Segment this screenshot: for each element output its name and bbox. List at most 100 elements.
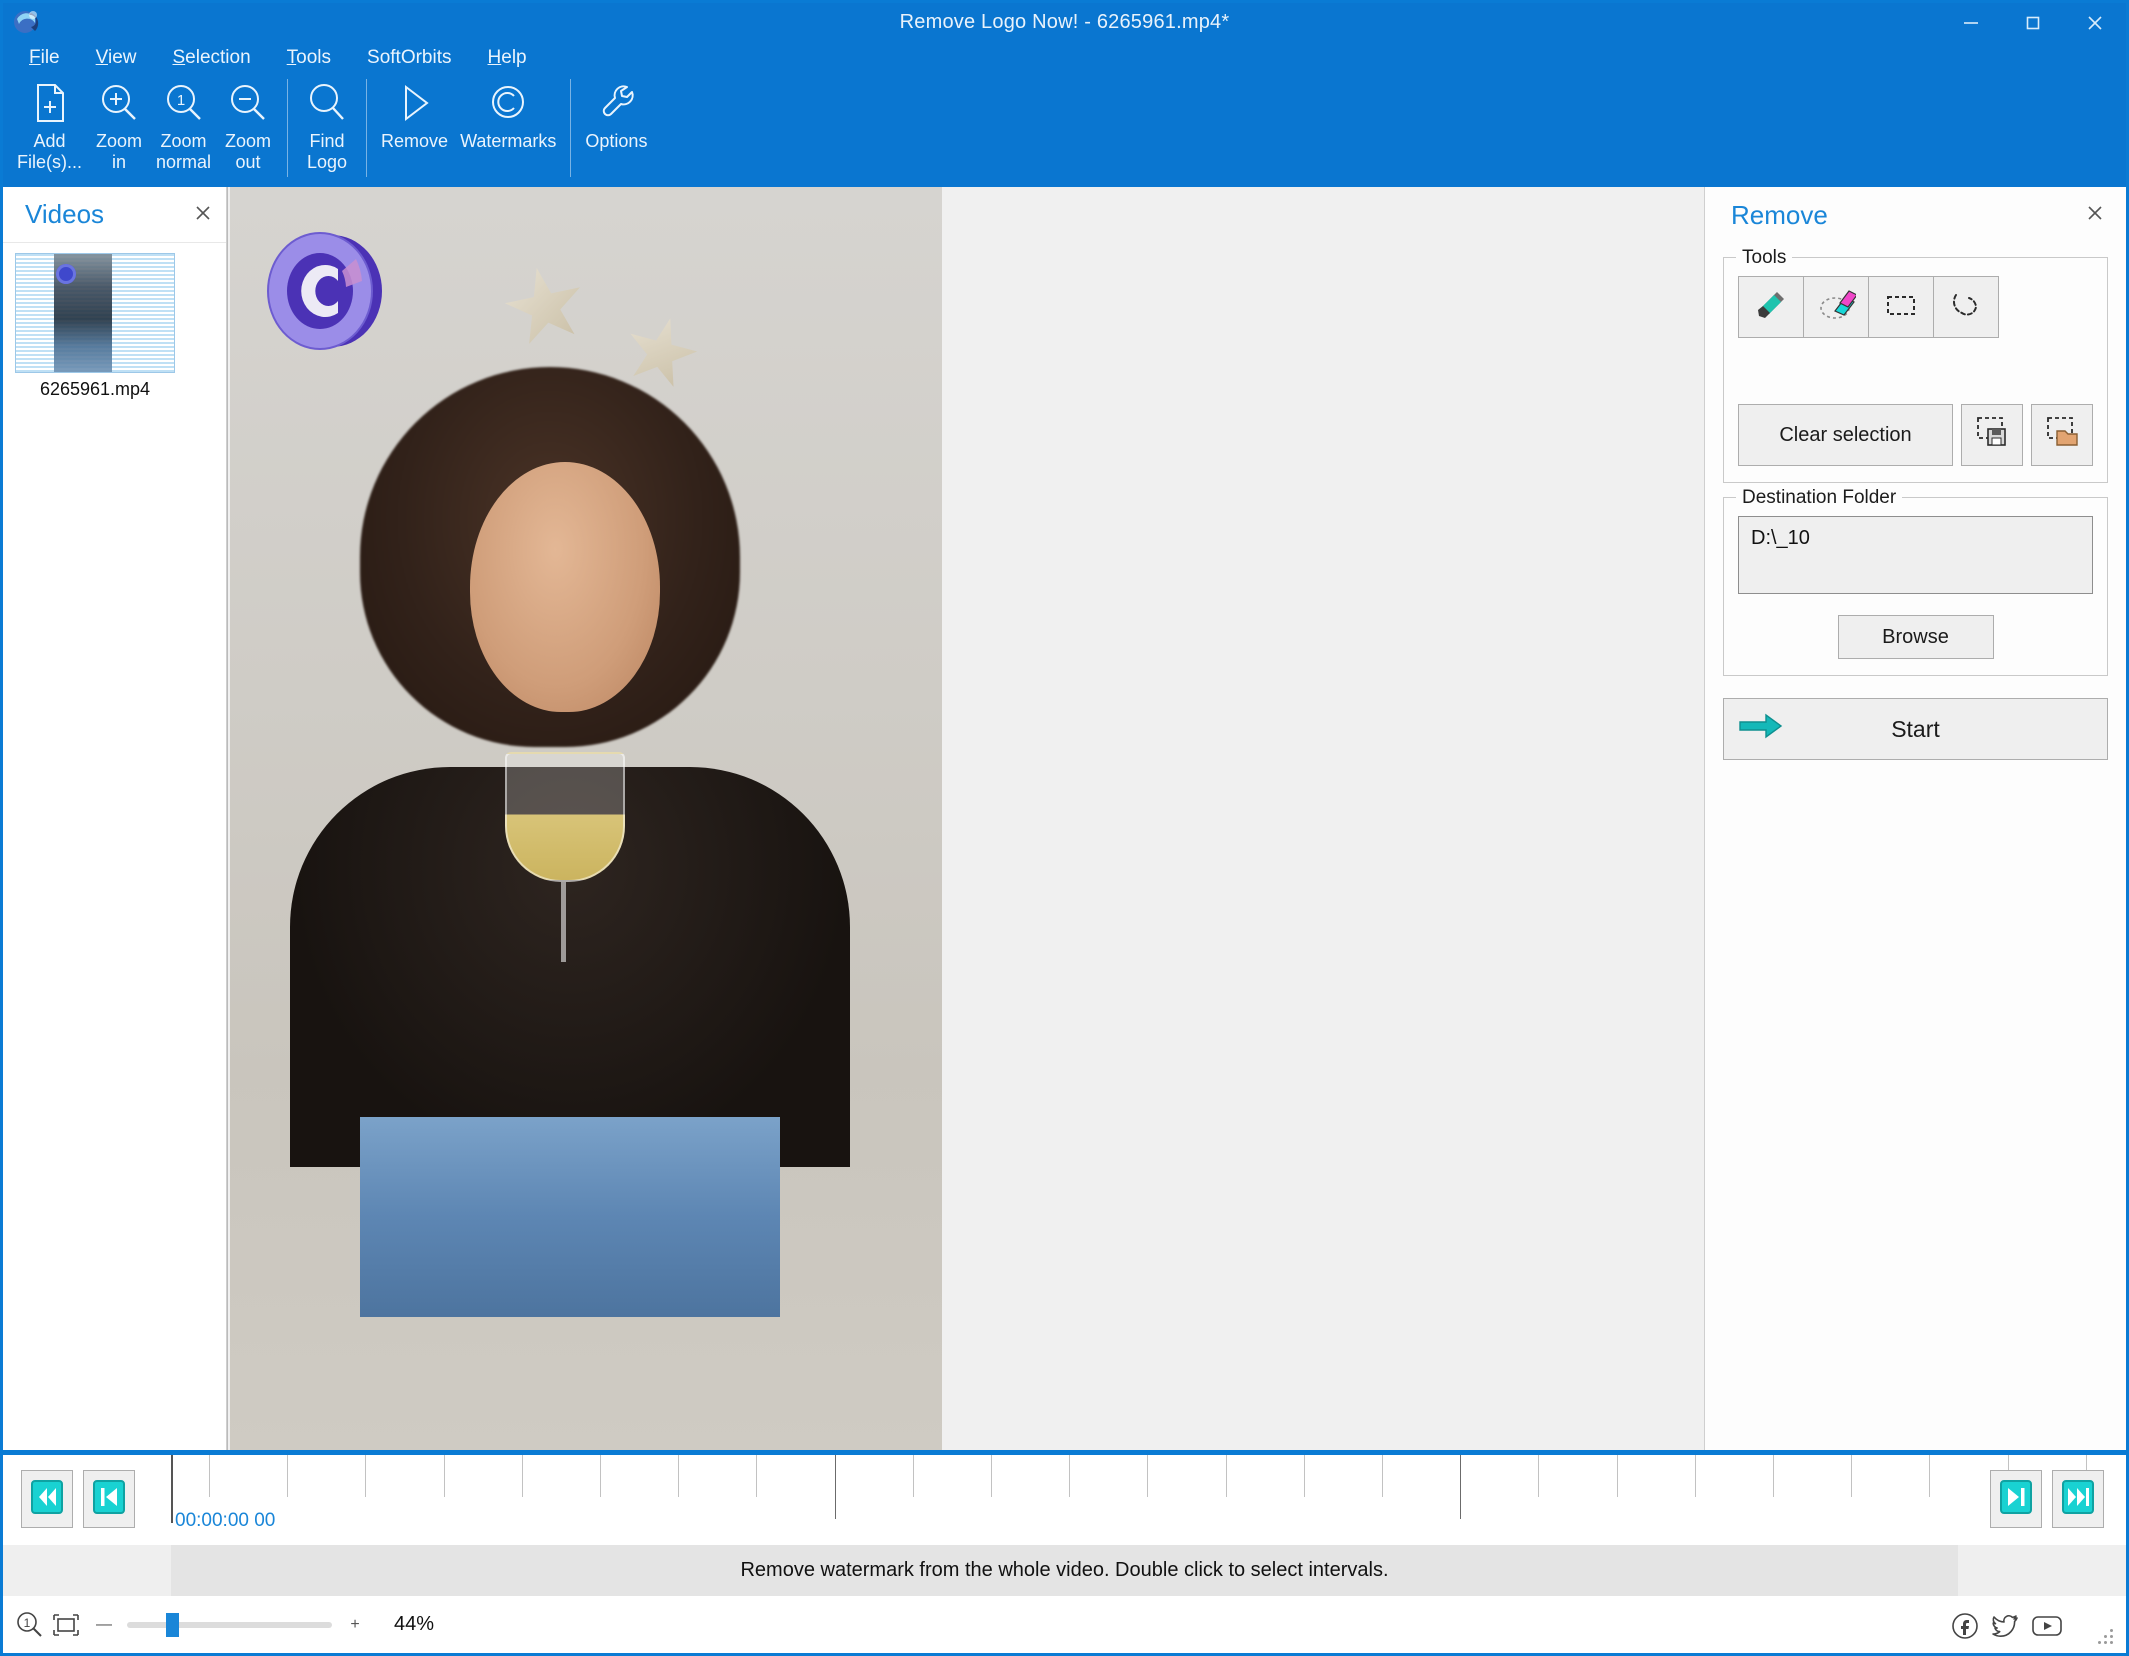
videos-panel-header: Videos — [3, 187, 226, 243]
video-filename: 6265961.mp4 — [39, 379, 151, 399]
youtube-icon[interactable] — [2030, 1611, 2064, 1641]
timeline-tick — [209, 1455, 210, 1497]
remove-button[interactable]: Remove — [375, 73, 454, 152]
save-selection-button[interactable] — [1961, 404, 2023, 466]
application-window: Remove Logo Now! - 6265961.mp4* File Vie… — [0, 0, 2129, 1656]
thumbnail-watermark-icon — [56, 264, 76, 284]
menu-file[interactable]: File — [25, 45, 64, 71]
menu-view[interactable]: View — [92, 45, 141, 71]
timeline-tick — [991, 1455, 992, 1497]
fit-to-window-icon[interactable] — [51, 1610, 81, 1640]
canvas-area[interactable] — [227, 187, 1704, 1450]
timeline-playhead[interactable] — [171, 1455, 173, 1523]
zoom-normal-icon: 1 — [161, 77, 207, 129]
timeline-tick — [1616, 1455, 1618, 1497]
zoom-in-button[interactable]: Zoom in — [88, 73, 150, 173]
options-button[interactable]: Options — [579, 73, 653, 152]
wine-glass — [505, 752, 625, 982]
menu-softorbits-label: SoftOrbits — [367, 47, 452, 68]
skip-to-start-button[interactable] — [21, 1470, 73, 1528]
video-frame-preview[interactable] — [230, 187, 942, 1450]
menu-selection[interactable]: Selection — [168, 45, 254, 71]
menu-selection-label: election — [185, 47, 251, 68]
subject-jeans — [360, 1117, 780, 1317]
menu-tools-label: ools — [296, 47, 332, 68]
browse-button[interactable]: Browse — [1837, 615, 1994, 659]
timeline-tick — [1460, 1455, 1462, 1519]
skip-to-end-button[interactable] — [2052, 1470, 2104, 1528]
zoom-out-button[interactable]: Zoom out — [217, 73, 279, 173]
menu-help-mnemonic: H — [487, 47, 502, 68]
facebook-icon[interactable] — [1950, 1611, 1980, 1641]
zoom-in-label: Zoom in — [95, 131, 142, 172]
timeline-tick — [287, 1455, 289, 1497]
list-item[interactable]: 6265961.mp4 — [15, 253, 175, 400]
videos-panel-title: Videos — [25, 199, 105, 229]
timeline-ruler[interactable]: 00:00:00 00 — [171, 1455, 2126, 1545]
zoom-bar: 1 — + 44% — [3, 1596, 2126, 1653]
selection-actions-row: Clear selection — [1738, 404, 2093, 466]
timeline-tick — [1225, 1455, 1227, 1497]
zoom-slider-thumb[interactable] — [166, 1612, 180, 1637]
zoom-normal-label: Zoom normal — [156, 131, 212, 172]
start-label: Start — [1891, 715, 1940, 742]
window-controls — [1940, 3, 2126, 43]
add-files-button[interactable]: Add File(s)... — [11, 73, 88, 173]
load-selection-icon — [2043, 413, 2081, 457]
ribbon-separator-1 — [287, 79, 289, 177]
copyright-icon — [485, 77, 531, 129]
menu-help-label: elp — [501, 47, 527, 68]
marker-tool-button[interactable] — [1738, 276, 1804, 338]
resize-grip[interactable] — [2098, 1627, 2116, 1645]
timeline-current-time: 00:00:00 00 — [175, 1510, 276, 1531]
load-selection-button[interactable] — [2031, 404, 2093, 466]
clear-selection-button[interactable]: Clear selection — [1738, 404, 1953, 466]
menu-view-label: iew — [107, 47, 137, 68]
zoom-percent-label: 44% — [394, 1613, 435, 1635]
destination-path-input[interactable] — [1738, 516, 2093, 594]
timeline-tick — [1147, 1455, 1149, 1497]
timeline-bar[interactable]: 00:00:00 00 — [3, 1450, 2126, 1545]
rectangle-select-tool-button[interactable] — [1868, 276, 1934, 338]
twitter-icon[interactable] — [1990, 1611, 2020, 1641]
find-logo-button[interactable]: Find Logo — [296, 73, 358, 173]
copyright-watermark[interactable] — [260, 229, 390, 354]
close-button[interactable] — [2064, 3, 2126, 43]
step-forward-button[interactable] — [1990, 1470, 2042, 1528]
timeline-tick — [1694, 1455, 1696, 1497]
eraser-tool-button[interactable] — [1803, 276, 1869, 338]
zoom-out-small-button[interactable]: — — [87, 1608, 121, 1642]
save-selection-icon — [1973, 413, 2011, 457]
menu-softorbits[interactable]: SoftOrbits — [363, 45, 455, 71]
lasso-select-tool-button[interactable] — [1933, 276, 1999, 338]
menu-tools[interactable]: Tools — [283, 45, 335, 71]
timeline-tick — [1303, 1455, 1305, 1497]
step-back-button[interactable] — [83, 1470, 135, 1528]
skip-to-start-icon — [30, 1478, 64, 1521]
social-links — [1950, 1611, 2064, 1641]
tools-group-legend: Tools — [1736, 247, 1793, 269]
close-icon[interactable] — [194, 204, 212, 226]
ribbon-separator-2 — [366, 79, 368, 177]
menu-file-label: ile — [40, 47, 60, 68]
status-bar: Remove watermark from the whole video. D… — [3, 1545, 2126, 1596]
menu-help[interactable]: Help — [484, 45, 531, 71]
menu-tools-mnemonic: T — [286, 47, 297, 68]
zoom-actual-size-icon[interactable]: 1 — [15, 1610, 45, 1640]
watermarks-button[interactable]: Watermarks — [454, 73, 562, 152]
minimize-button[interactable] — [1940, 3, 2002, 43]
start-button[interactable]: Start — [1723, 698, 2108, 760]
ribbon-separator-3 — [570, 79, 572, 177]
zoom-normal-button[interactable]: 1 Zoom normal — [150, 73, 217, 173]
maximize-button[interactable] — [2002, 3, 2064, 43]
zoom-in-small-button[interactable]: + — [338, 1608, 372, 1642]
timeline-tick — [678, 1455, 680, 1497]
zoom-slider[interactable] — [127, 1612, 332, 1637]
menu-bar: File View Selection Tools SoftOrbits Hel… — [3, 43, 2126, 73]
close-icon[interactable] — [2086, 204, 2104, 226]
step-forward-icon — [1999, 1478, 2033, 1521]
video-thumbnail[interactable] — [15, 253, 175, 373]
find-logo-label: Find Logo — [307, 131, 348, 172]
zoom-out-icon — [225, 77, 271, 129]
subject-face — [470, 462, 660, 712]
